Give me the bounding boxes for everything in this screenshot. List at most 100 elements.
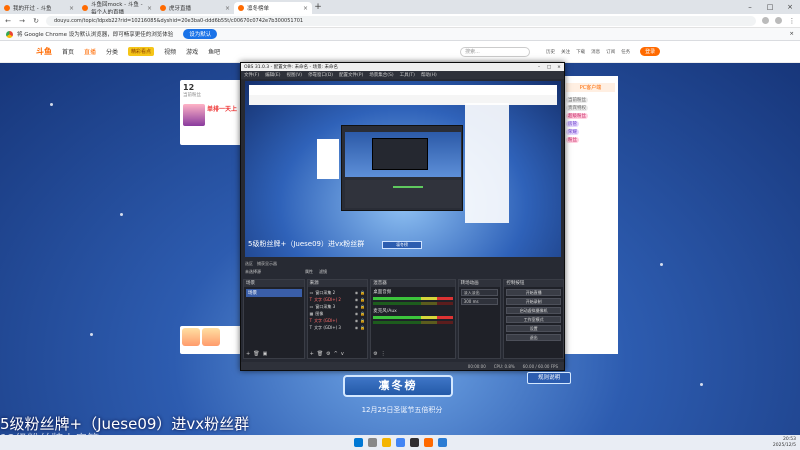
eye-icon[interactable]: ◉ bbox=[355, 297, 359, 302]
subscribe-icon[interactable]: 订阅 bbox=[606, 49, 615, 55]
download-icon[interactable]: 下载 bbox=[576, 49, 585, 55]
new-tab-button[interactable]: + bbox=[312, 2, 324, 14]
source-item[interactable]: T 文字 (GDI+) ◉ 🔒 bbox=[310, 317, 366, 324]
menu-view[interactable]: 视图(V) bbox=[286, 72, 302, 78]
close-icon[interactable]: × bbox=[147, 5, 152, 12]
filters-button[interactable]: 滤镜 bbox=[319, 269, 327, 275]
winter-rank-title[interactable]: 凛冬榜 bbox=[343, 375, 453, 397]
obs-icon[interactable] bbox=[409, 438, 419, 447]
lock-icon[interactable]: 🔒 bbox=[360, 290, 365, 295]
lock-icon[interactable]: 🔒 bbox=[360, 304, 365, 309]
duration-input[interactable]: 300 ms bbox=[460, 298, 499, 305]
menu-file[interactable]: 文件(F) bbox=[244, 72, 259, 78]
eye-icon[interactable]: ◉ bbox=[355, 318, 359, 323]
back-icon[interactable]: ← bbox=[4, 17, 12, 25]
menu-icon[interactable]: ⋮ bbox=[788, 17, 796, 25]
browser-tab[interactable]: 虎牙直播 × bbox=[156, 2, 234, 14]
browser-tab-active[interactable]: 凛冬榜单 × bbox=[234, 2, 312, 14]
rule-button[interactable]: 规则说明 bbox=[527, 372, 571, 384]
source-item[interactable]: ▭ 窗口采集 2 ◉ 🔒 bbox=[310, 289, 366, 296]
pc-client-button[interactable]: PC客户端 bbox=[566, 83, 615, 92]
maximize-icon[interactable]: □ bbox=[760, 0, 780, 14]
source-item[interactable]: T 文字 (GDI+) 2 ◉ 🔒 bbox=[310, 296, 366, 303]
add-icon[interactable]: + bbox=[310, 351, 314, 357]
profile-icon[interactable] bbox=[775, 17, 782, 24]
virtual-camera-button[interactable]: 启动虚拟摄像机 bbox=[506, 307, 561, 314]
eye-icon[interactable]: ◉ bbox=[355, 325, 359, 330]
eye-icon[interactable]: ◉ bbox=[355, 290, 359, 295]
close-icon[interactable]: × bbox=[789, 31, 794, 37]
search-icon[interactable] bbox=[367, 438, 377, 447]
obs-preview[interactable]: 凛冬榜 5级粉丝牌+（Juese09）进vx粉丝群 bbox=[245, 81, 561, 257]
start-icon[interactable] bbox=[353, 438, 363, 447]
nav-category[interactable]: 分类 bbox=[106, 47, 118, 56]
site-search-input[interactable]: 搜索... bbox=[460, 46, 531, 57]
transition-select[interactable]: 淡入淡出 bbox=[460, 289, 499, 296]
avatar[interactable] bbox=[183, 104, 205, 126]
site-logo[interactable]: 斗鱼 bbox=[36, 46, 52, 57]
follow-icon[interactable]: 关注 bbox=[561, 49, 570, 55]
douyu-icon[interactable] bbox=[423, 438, 433, 447]
menu-tools[interactable]: 工具(T) bbox=[400, 72, 415, 78]
app-icon[interactable] bbox=[437, 438, 447, 447]
menu-docks[interactable]: 停靠窗口(D) bbox=[308, 72, 333, 78]
gear-icon[interactable]: ⚙ bbox=[373, 351, 377, 357]
maximize-icon[interactable]: □ bbox=[544, 65, 554, 70]
nav-forum[interactable]: 鱼吧 bbox=[208, 47, 220, 56]
forward-icon[interactable]: → bbox=[18, 17, 26, 25]
nav-home[interactable]: 首页 bbox=[62, 47, 74, 56]
close-window-icon[interactable]: × bbox=[780, 0, 800, 14]
extension-icon[interactable] bbox=[762, 17, 769, 24]
more-icon[interactable]: ⋮ bbox=[381, 351, 386, 357]
nav-highlights[interactable]: 精彩看点 bbox=[128, 47, 155, 56]
minimize-icon[interactable]: – bbox=[740, 0, 760, 14]
login-button[interactable]: 登录 bbox=[640, 47, 661, 56]
file-explorer-icon[interactable] bbox=[381, 438, 391, 447]
eye-icon[interactable]: ◉ bbox=[355, 311, 359, 316]
remove-icon[interactable]: 🗑 bbox=[253, 351, 259, 357]
browser-tab[interactable]: 斗鱼回mock - 斗鱼 - 每个人的直播 × bbox=[78, 2, 156, 16]
start-recording-button[interactable]: 开始录制 bbox=[506, 298, 561, 305]
display-capture-select[interactable]: 捕获显示器 bbox=[257, 261, 277, 267]
nav-games[interactable]: 游戏 bbox=[186, 47, 198, 56]
menu-edit[interactable]: 编辑(E) bbox=[265, 72, 280, 78]
gear-icon[interactable]: ⚙ bbox=[326, 351, 330, 357]
source-item[interactable]: ▦ 图像 ◉ 🔒 bbox=[310, 310, 366, 317]
set-default-button[interactable]: 设为默认 bbox=[183, 29, 218, 39]
lock-icon[interactable]: 🔒 bbox=[360, 297, 365, 302]
clock[interactable]: 20:53 2025/12/5 bbox=[773, 437, 796, 448]
remove-icon[interactable]: 🗑 bbox=[317, 351, 323, 357]
minimize-icon[interactable]: – bbox=[534, 65, 544, 70]
config-icon[interactable]: ▣ bbox=[263, 351, 268, 357]
add-icon[interactable]: + bbox=[246, 351, 250, 357]
close-icon[interactable]: × bbox=[554, 65, 564, 70]
menu-scene-collection[interactable]: 场景集合(S) bbox=[369, 72, 393, 78]
nav-live[interactable]: 直播 bbox=[84, 47, 96, 56]
close-icon[interactable]: × bbox=[303, 5, 308, 12]
gift-icon[interactable] bbox=[202, 328, 220, 346]
menu-help[interactable]: 帮助(H) bbox=[421, 72, 437, 78]
history-icon[interactable]: 历史 bbox=[546, 49, 555, 55]
close-icon[interactable]: × bbox=[225, 5, 230, 12]
lock-icon[interactable]: 🔒 bbox=[360, 325, 365, 330]
close-icon[interactable]: × bbox=[69, 5, 74, 12]
reload-icon[interactable]: ↻ bbox=[32, 17, 40, 25]
down-icon[interactable]: v bbox=[341, 351, 344, 357]
studio-mode-button[interactable]: 工作室模式 bbox=[506, 316, 561, 323]
nav-video[interactable]: 视频 bbox=[164, 47, 176, 56]
menu-profile[interactable]: 配置文件(P) bbox=[339, 72, 363, 78]
scene-item[interactable]: 场景 bbox=[246, 289, 302, 297]
source-item[interactable]: T 文字 (GDI+) 3 ◉ 🔒 bbox=[310, 324, 366, 331]
properties-button[interactable]: 属性 bbox=[305, 269, 313, 275]
eye-icon[interactable]: ◉ bbox=[355, 304, 359, 309]
message-icon[interactable]: 消息 bbox=[591, 49, 600, 55]
gift-icon[interactable] bbox=[182, 328, 200, 346]
lock-icon[interactable]: 🔒 bbox=[360, 318, 365, 323]
chrome-icon[interactable] bbox=[395, 438, 405, 447]
browser-tab[interactable]: 我的开过 - 斗鱼 × bbox=[0, 2, 78, 14]
source-item[interactable]: ▭ 窗口采集 3 ◉ 🔒 bbox=[310, 303, 366, 310]
lock-icon[interactable]: 🔒 bbox=[360, 311, 365, 316]
settings-button[interactable]: 设置 bbox=[506, 325, 561, 332]
start-streaming-button[interactable]: 开始直播 bbox=[506, 289, 561, 296]
up-icon[interactable]: ^ bbox=[334, 351, 338, 357]
